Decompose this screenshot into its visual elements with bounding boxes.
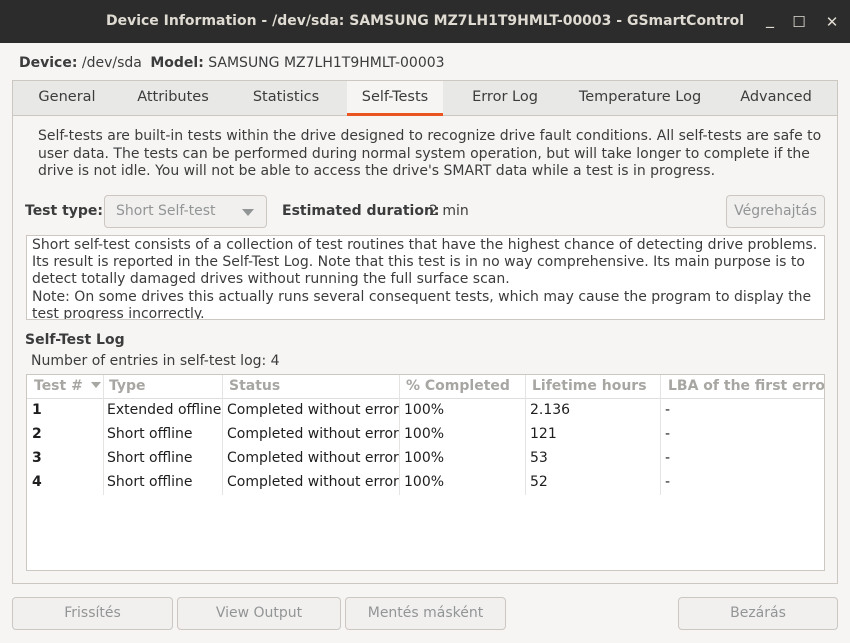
cell-completed: 100% [404, 474, 445, 490]
column-header-lba-first-error[interactable]: LBA of the first error [668, 378, 824, 394]
tab-general[interactable]: General [27, 81, 107, 115]
tab-advanced[interactable]: Advanced [731, 81, 821, 115]
tab-bar: General Attributes Statistics Self-Tests… [13, 81, 837, 116]
execute-button[interactable]: Végrehajtás [726, 195, 825, 228]
cell-test-number: 4 [32, 474, 42, 490]
table-header: Test # Type Status % Completed Lifetime … [27, 375, 824, 399]
cell-status: Completed without error [227, 402, 399, 418]
window-title: Device Information - /dev/sda: SAMSUNG M… [105, 13, 745, 29]
view-output-button[interactable]: View Output [177, 597, 341, 630]
entries-count: Number of entries in self-test log: 4 [31, 353, 280, 369]
self-test-log-title: Self-Test Log [25, 332, 125, 348]
table-row[interactable]: 3 Short offline Completed without error … [27, 447, 824, 471]
cell-lba-first-error: - [665, 402, 671, 418]
tab-attributes[interactable]: Attributes [125, 81, 221, 115]
refresh-button[interactable]: Frissítés [12, 597, 173, 630]
maximize-icon[interactable]: ☐ [789, 12, 809, 32]
cell-type: Extended offline [107, 402, 222, 418]
device-info: Device: /dev/sda Model: SAMSUNG MZ7LH1T9… [19, 55, 445, 71]
tab-temperature-log[interactable]: Temperature Log [569, 81, 711, 115]
cell-completed: 100% [404, 402, 445, 418]
test-description-text[interactable]: Short self-test consists of a collection… [26, 235, 825, 320]
chevron-down-icon [242, 209, 254, 216]
column-header-test-number[interactable]: Test # [34, 378, 101, 394]
test-description: Short self-test consists of a collection… [32, 237, 818, 320]
device-value: /dev/sda [81, 55, 142, 71]
self-test-log-table[interactable]: Test # Type Status % Completed Lifetime … [26, 374, 825, 571]
device-label: Device: [19, 55, 78, 71]
test-type-combo[interactable]: Short Self-test [104, 195, 267, 228]
cell-status: Completed without error [227, 474, 399, 490]
duration-label: Estimated duration: [282, 203, 440, 219]
column-header-status[interactable]: Status [229, 378, 280, 394]
cell-lba-first-error: - [665, 426, 671, 442]
cell-test-number: 1 [32, 402, 42, 418]
column-header-type[interactable]: Type [109, 378, 146, 394]
cell-status: Completed without error [227, 426, 399, 442]
cell-test-number: 3 [32, 450, 42, 466]
tab-error-log[interactable]: Error Log [460, 81, 550, 115]
table-row[interactable]: 1 Extended offline Completed without err… [27, 399, 824, 423]
cell-lifetime-hours: 2.136 [530, 402, 571, 418]
table-row[interactable]: 4 Short offline Completed without error … [27, 471, 824, 495]
window-titlebar: Device Information - /dev/sda: SAMSUNG M… [0, 0, 850, 43]
cell-lba-first-error: - [665, 474, 671, 490]
tab-notebook: General Attributes Statistics Self-Tests… [12, 80, 838, 584]
test-type-value: Short Self-test [116, 203, 216, 219]
column-header-completed[interactable]: % Completed [406, 378, 510, 394]
cell-type: Short offline [107, 426, 193, 442]
table-row[interactable]: 2 Short offline Completed without error … [27, 423, 824, 447]
cell-status: Completed without error [227, 450, 399, 466]
cell-lifetime-hours: 52 [530, 474, 548, 490]
cell-lifetime-hours: 121 [530, 426, 557, 442]
sort-descending-icon [90, 382, 101, 388]
test-type-label: Test type: [25, 203, 104, 219]
tab-self-tests[interactable]: Self-Tests [347, 81, 443, 116]
self-tests-description: Self-tests are built-in tests within the… [38, 128, 822, 179]
cell-type: Short offline [107, 450, 193, 466]
column-header-lifetime-hours[interactable]: Lifetime hours [532, 378, 647, 394]
model-value: SAMSUNG MZ7LH1T9HMLT-00003 [208, 55, 445, 71]
cell-lifetime-hours: 53 [530, 450, 548, 466]
model-label: Model: [150, 55, 204, 71]
duration-value: 2 min [429, 203, 469, 219]
cell-completed: 100% [404, 426, 445, 442]
minimize-icon[interactable]: _ [760, 9, 780, 29]
close-icon[interactable]: ✕ [822, 12, 842, 32]
tab-statistics[interactable]: Statistics [241, 81, 331, 115]
close-button[interactable]: Bezárás [678, 597, 838, 630]
cell-completed: 100% [404, 450, 445, 466]
cell-lba-first-error: - [665, 450, 671, 466]
cell-type: Short offline [107, 474, 193, 490]
save-as-button[interactable]: Mentés másként [345, 597, 506, 630]
cell-test-number: 2 [32, 426, 42, 442]
